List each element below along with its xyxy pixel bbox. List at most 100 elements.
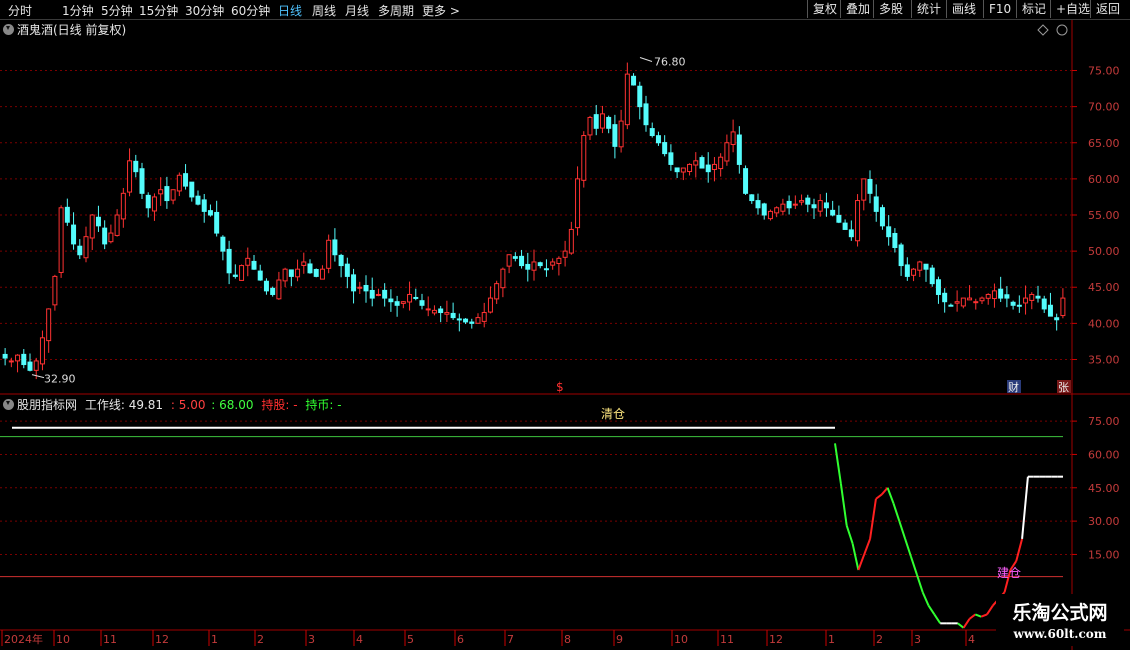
y-tick-label: 55.00 xyxy=(1088,209,1120,222)
workline-value: 工作线: 49.81 xyxy=(84,398,164,412)
candle-body xyxy=(201,199,207,212)
candle-body xyxy=(1047,304,1053,317)
y-tick-label: 45.00 xyxy=(1088,482,1120,495)
candle-body xyxy=(351,274,357,292)
candle-body xyxy=(369,289,375,299)
work-line-seg xyxy=(881,487,889,496)
candle-body xyxy=(823,202,829,209)
date-tick-label: 12 xyxy=(769,633,783,646)
candle-body xyxy=(95,216,101,227)
candle-body xyxy=(438,308,444,314)
candle-body xyxy=(855,200,861,242)
candle-body xyxy=(176,174,182,192)
chart-canvas: 75.00 70.00 65.00 60.00 55.00 50.00 45.00 40.00… xyxy=(0,20,1130,650)
work-line-seg xyxy=(980,613,988,618)
candle-body xyxy=(512,256,518,259)
work-line-seg xyxy=(834,443,842,484)
work-line-seg xyxy=(957,622,965,629)
candle-body xyxy=(973,301,979,304)
date-tick-label: 11 xyxy=(103,633,117,646)
candle-body xyxy=(954,301,960,304)
candle-body xyxy=(127,160,133,193)
candle-body xyxy=(674,167,680,173)
candle-body xyxy=(326,239,332,269)
candle-body xyxy=(842,222,848,230)
candle-body xyxy=(631,75,637,86)
high-marker-label: 76.80 xyxy=(654,56,686,69)
indicator-value-1: : 5.00 xyxy=(170,398,206,412)
candle-body xyxy=(313,268,319,277)
candle-body xyxy=(929,267,935,285)
candle-body xyxy=(537,262,543,267)
y-tick-label: 60.00 xyxy=(1088,448,1120,461)
candle-body xyxy=(724,142,730,162)
candle-body xyxy=(500,268,506,289)
main-panel-title[interactable]: 酒鬼酒(日线 前复权) xyxy=(3,21,126,38)
candle-body xyxy=(463,318,469,323)
candle-body xyxy=(1004,294,1010,299)
work-line-seg xyxy=(886,487,895,504)
candle-body xyxy=(83,236,89,259)
work-line-seg xyxy=(863,538,872,555)
candle-body xyxy=(830,209,836,216)
candle-body xyxy=(786,200,792,209)
candle-body xyxy=(525,263,531,270)
circle-icon xyxy=(1056,24,1068,36)
candle-body xyxy=(655,135,661,144)
candle-body xyxy=(923,263,929,270)
candle-body xyxy=(189,181,195,198)
y-tick-label: 50.00 xyxy=(1088,245,1120,258)
candle-body xyxy=(811,204,817,209)
candle-body xyxy=(680,167,686,173)
candle-body xyxy=(991,290,997,300)
indicator-panel-title[interactable]: 股朋指标网 工作线: 49.81 : 5.00 : 68.00 持股: - 持币… xyxy=(3,396,342,413)
candle-body xyxy=(886,226,892,238)
candle-body xyxy=(711,163,717,170)
candle-body xyxy=(767,210,773,220)
y-tick-label: 70.00 xyxy=(1088,101,1120,114)
date-tick-label: 3 xyxy=(914,633,921,646)
candle-body xyxy=(705,164,711,173)
badge-cai: 财 xyxy=(1008,380,1019,394)
candle-body xyxy=(960,297,966,307)
candle-body xyxy=(649,128,655,137)
candle-body xyxy=(2,353,8,359)
candle-body xyxy=(1023,297,1029,304)
date-tick-label: 6 xyxy=(457,633,464,646)
chevron-down-icon[interactable] xyxy=(3,24,14,35)
candle-body xyxy=(319,268,325,280)
candle-body xyxy=(948,304,954,307)
work-line-seg xyxy=(845,525,854,544)
candle-body xyxy=(935,279,941,295)
candle-body xyxy=(469,321,475,324)
candle-body xyxy=(873,196,879,212)
candle-body xyxy=(276,279,282,300)
candle-body xyxy=(867,178,873,194)
work-line-seg xyxy=(910,556,918,575)
candle-body xyxy=(226,248,232,274)
work-line-seg xyxy=(875,493,883,500)
candle-body xyxy=(942,292,948,303)
chevron-down-icon[interactable] xyxy=(3,399,14,410)
work-line-seg xyxy=(869,498,877,540)
candle-body xyxy=(643,103,649,126)
candle-body xyxy=(581,135,587,181)
candle-body xyxy=(848,229,854,238)
candle-body xyxy=(108,232,114,243)
candle-body xyxy=(506,254,512,267)
candle-body xyxy=(637,85,643,108)
candle-body xyxy=(456,318,462,321)
candle-body xyxy=(15,354,21,362)
candle-body xyxy=(904,264,910,277)
badge-zhang: 张 xyxy=(1058,381,1069,394)
candle-body xyxy=(431,309,437,314)
date-tick-label: 2 xyxy=(876,633,883,646)
date-tick-label: 12 xyxy=(155,633,169,646)
candle-body xyxy=(718,156,724,170)
candle-body xyxy=(1010,301,1016,306)
candle-body xyxy=(475,317,481,324)
y-tick-label: 75.00 xyxy=(1088,65,1120,78)
candle-body xyxy=(736,134,742,165)
candle-body xyxy=(575,178,581,229)
work-line-seg xyxy=(1015,538,1024,562)
